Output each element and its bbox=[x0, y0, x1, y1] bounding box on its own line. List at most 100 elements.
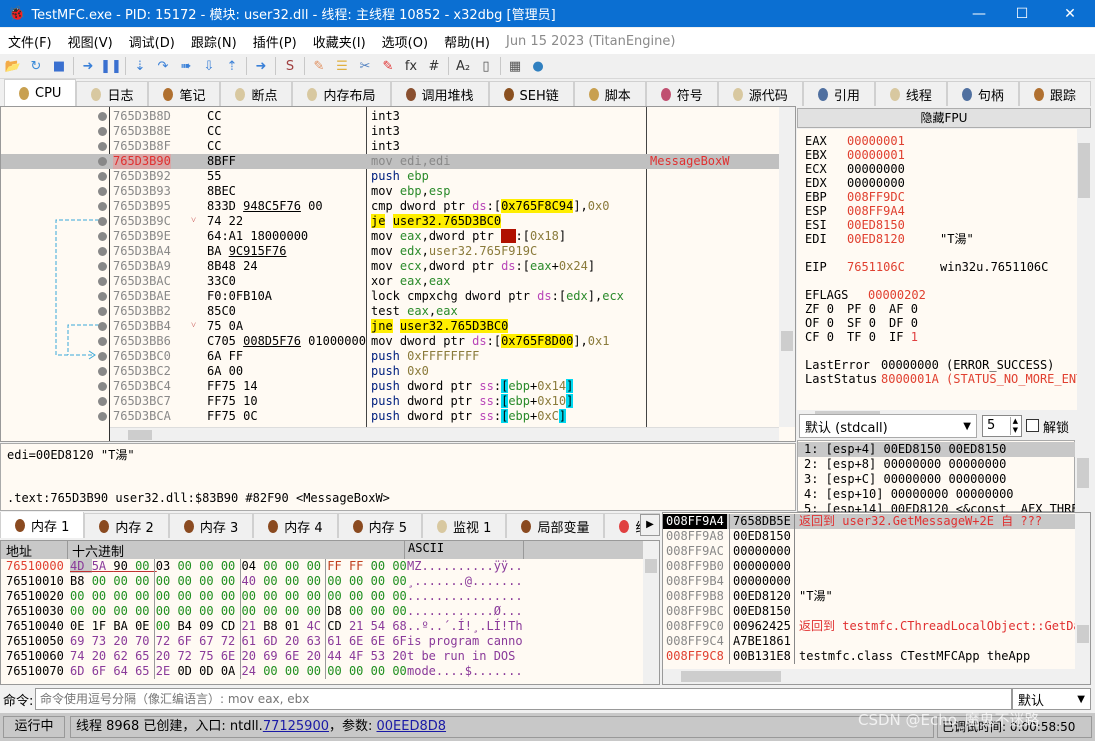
disasm-row[interactable]: 765D3BAE F0:0FB10A lock cmpxchg dword ptr … bbox=[1, 289, 779, 304]
hex-byte[interactable]: 75 bbox=[199, 649, 221, 663]
stack-row[interactable]: 008FF9B4 00000000 bbox=[663, 574, 1075, 589]
flag-zf[interactable]: ZF 0 bbox=[805, 302, 834, 317]
disasm-row[interactable]: 765D3BC4 FF75 14 push dword ptr ss:[ebp+0x… bbox=[1, 379, 779, 394]
disasm-row[interactable]: 765D3BB4 ˅ 75 0A jne user32.765D3BC0 bbox=[1, 319, 779, 334]
param-link[interactable]: 00EED8D8 bbox=[377, 719, 447, 734]
breakpoint-dot[interactable] bbox=[98, 262, 107, 271]
stack-hscroll[interactable] bbox=[663, 669, 1090, 684]
hex-byte[interactable]: 00 bbox=[242, 589, 264, 603]
breakpoint-dot[interactable] bbox=[98, 247, 107, 256]
tab-0[interactable]: 内存 1 bbox=[0, 512, 85, 538]
hex-byte[interactable]: 00 bbox=[113, 589, 135, 603]
tab-1[interactable]: 日志 bbox=[76, 81, 149, 106]
disasm-row[interactable]: 765D3B93 8BEC mov ebp,esp bbox=[1, 184, 779, 199]
hex-byte[interactable]: 68 bbox=[392, 619, 406, 633]
label-icon[interactable]: ✂ bbox=[356, 57, 374, 75]
hex-byte[interactable]: 00 bbox=[392, 664, 406, 678]
hide-fpu-button[interactable]: 隐藏FPU bbox=[797, 108, 1091, 128]
hex-byte[interactable]: 20 bbox=[242, 649, 264, 663]
tab-scroll-right-button[interactable]: ▶ bbox=[640, 514, 660, 536]
hex-byte[interactable]: 00 bbox=[371, 664, 393, 678]
hex-byte[interactable]: 00 bbox=[263, 574, 285, 588]
flag-df[interactable]: DF 0 bbox=[889, 316, 918, 331]
hex-byte[interactable]: 00 bbox=[156, 574, 178, 588]
tab-3[interactable]: 内存 4 bbox=[253, 513, 338, 538]
disasm-row[interactable]: 765D3BC7 FF75 10 push dword ptr ss:[ebp+0x… bbox=[1, 394, 779, 409]
hex-byte[interactable]: 00 bbox=[349, 574, 371, 588]
hex-byte[interactable]: 6D bbox=[263, 634, 285, 648]
menu-help[interactable]: 帮助(H) bbox=[436, 32, 498, 51]
hex-byte[interactable]: CD bbox=[327, 619, 349, 633]
close-button[interactable]: ✕ bbox=[1047, 0, 1093, 27]
tab-1[interactable]: 内存 2 bbox=[84, 513, 169, 538]
unlock-checkbox[interactable] bbox=[1026, 419, 1039, 432]
hex-byte[interactable]: 67 bbox=[199, 634, 221, 648]
hex-byte[interactable]: 6E bbox=[371, 634, 393, 648]
breakpoint-dot[interactable] bbox=[98, 187, 107, 196]
hex-byte[interactable]: 00 bbox=[177, 604, 199, 618]
breakpoint-dot[interactable] bbox=[98, 397, 107, 406]
hex-byte[interactable]: 00 bbox=[327, 589, 349, 603]
register-value[interactable]: 00ED8150 bbox=[847, 218, 905, 233]
menu-file[interactable]: 文件(F) bbox=[0, 32, 60, 51]
calculator-icon[interactable]: ▦ bbox=[506, 57, 524, 75]
tab-11[interactable]: 线程 bbox=[874, 81, 947, 106]
flag-of[interactable]: OF 0 bbox=[805, 316, 834, 331]
stack-row[interactable]: 008FF9A8 00ED8150 bbox=[663, 529, 1075, 544]
register-value[interactable]: 00ED8120 bbox=[847, 232, 905, 247]
command-mode-select[interactable]: 默认 ▼ bbox=[1012, 688, 1091, 710]
tab-13[interactable]: 跟踪 bbox=[1018, 81, 1091, 106]
hex-byte[interactable]: 24 bbox=[242, 664, 264, 678]
hex-byte[interactable]: 00 bbox=[263, 589, 285, 603]
command-input[interactable] bbox=[35, 688, 1012, 710]
register-value[interactable]: 00000000 bbox=[847, 162, 905, 177]
comment-icon[interactable]: ☰ bbox=[333, 57, 351, 75]
breakpoint-dot[interactable] bbox=[98, 412, 107, 421]
hex-byte[interactable]: 2E bbox=[156, 664, 178, 678]
disasm-vscroll[interactable] bbox=[779, 107, 795, 427]
hex-byte[interactable]: 72 bbox=[156, 634, 178, 648]
hex-byte[interactable]: 6D bbox=[70, 664, 92, 678]
hex-byte[interactable]: 6E bbox=[285, 649, 307, 663]
hex-byte[interactable]: 00 bbox=[349, 589, 371, 603]
breakpoint-dot[interactable] bbox=[98, 202, 107, 211]
step-into-icon[interactable]: ⇣ bbox=[131, 57, 149, 75]
disasm-row[interactable]: 765D3B8E CC int3 bbox=[1, 124, 779, 139]
hex-byte[interactable]: 6F bbox=[392, 634, 406, 648]
hex-byte[interactable]: FF bbox=[327, 559, 349, 573]
hash-icon[interactable]: # bbox=[425, 57, 443, 75]
hex-byte[interactable]: 40 bbox=[242, 574, 264, 588]
patch-icon[interactable]: ✎ bbox=[310, 57, 328, 75]
calling-convention-select[interactable]: 默认 (stdcall) ▼ bbox=[799, 414, 977, 438]
device-icon[interactable]: ▯ bbox=[477, 57, 495, 75]
stack-row[interactable]: 008FF9B0 00000000 bbox=[663, 559, 1075, 574]
hex-byte[interactable]: 00 bbox=[285, 664, 307, 678]
argument-row[interactable]: 4: [esp+10] 00000000 00000000 bbox=[798, 487, 1076, 502]
hex-byte[interactable]: B4 bbox=[177, 619, 199, 633]
register-value[interactable]: 008FF9DC bbox=[847, 190, 905, 205]
hex-byte[interactable]: 53 bbox=[371, 649, 393, 663]
hex-byte[interactable]: 21 bbox=[242, 619, 264, 633]
hex-byte[interactable]: 4D bbox=[70, 559, 92, 573]
tab-2[interactable]: 内存 3 bbox=[168, 513, 254, 538]
hex-byte[interactable]: 0D bbox=[199, 664, 221, 678]
tab-10[interactable]: 引用 bbox=[802, 81, 875, 106]
flag-cf[interactable]: CF 0 bbox=[805, 330, 834, 345]
restart-icon[interactable]: ↻ bbox=[27, 57, 45, 75]
stack-row[interactable]: 008FF9BC 00ED8150 bbox=[663, 604, 1075, 619]
stack-row[interactable]: 008FF9C0 00962425 返回到 testmfc.CThreadLocal… bbox=[663, 619, 1075, 634]
hex-byte[interactable]: 00 bbox=[285, 574, 307, 588]
hex-byte[interactable]: 00 bbox=[70, 589, 92, 603]
hex-byte[interactable]: 00 bbox=[371, 604, 393, 618]
hex-byte[interactable]: 00 bbox=[392, 574, 406, 588]
hex-byte[interactable]: 04 bbox=[242, 559, 264, 573]
register-value[interactable]: 008FF9A4 bbox=[847, 204, 905, 219]
disasm-row[interactable]: 765D3BB6 C705 008D5F76 01000000 mov dword … bbox=[1, 334, 779, 349]
disasm-hscroll[interactable] bbox=[110, 427, 779, 441]
hex-byte[interactable]: 72 bbox=[177, 649, 199, 663]
flag-sf[interactable]: SF 0 bbox=[847, 316, 876, 331]
hex-byte[interactable]: 01 bbox=[285, 619, 307, 633]
tab-0[interactable]: CPU bbox=[4, 79, 77, 106]
disasm-row[interactable]: 765D3B90 8BFF mov edi,edi MessageBoxW bbox=[1, 154, 779, 169]
pause-icon[interactable]: ❚❚ bbox=[100, 57, 122, 75]
